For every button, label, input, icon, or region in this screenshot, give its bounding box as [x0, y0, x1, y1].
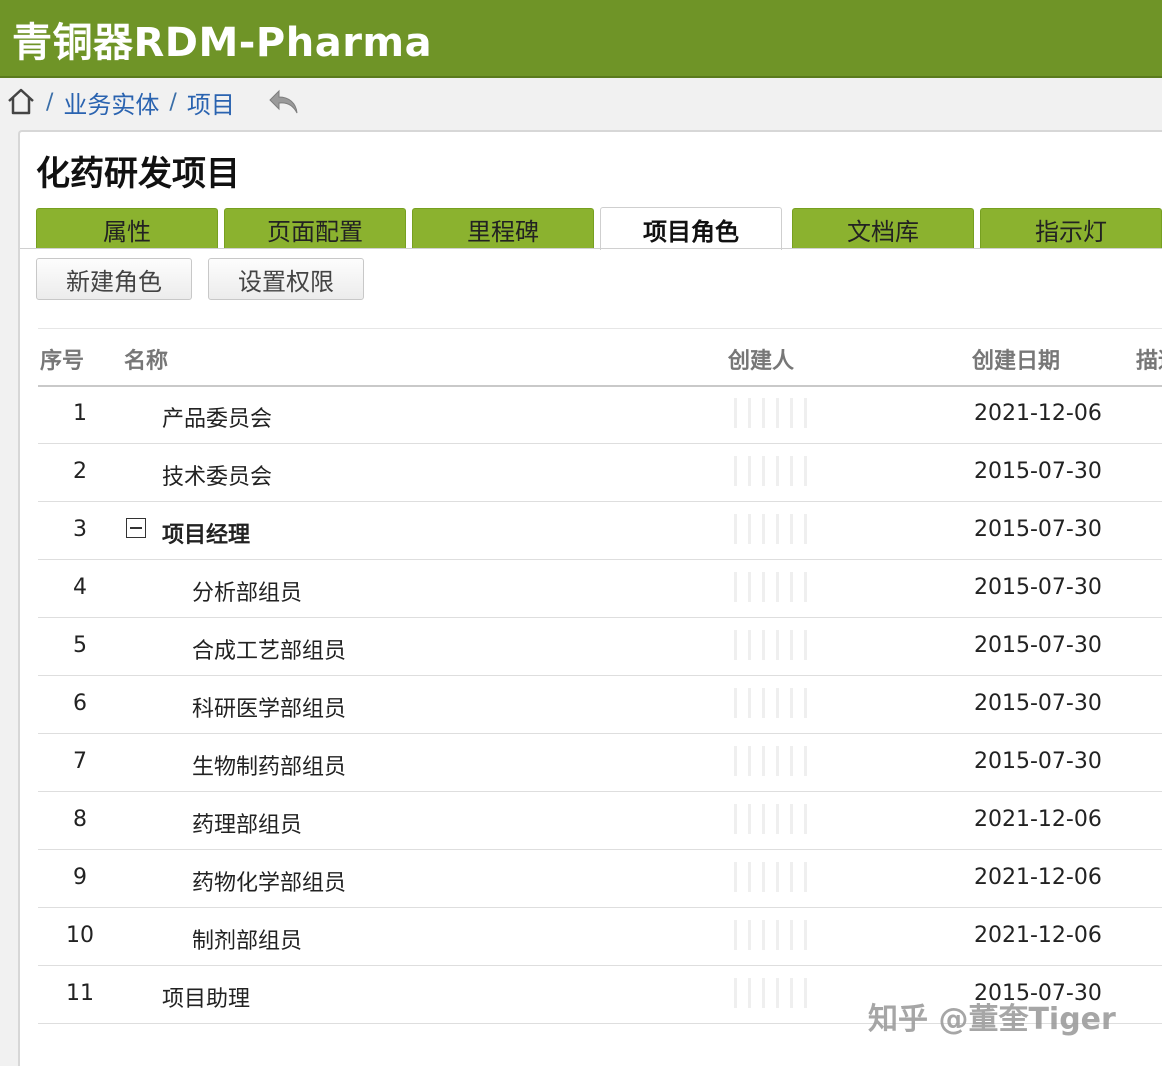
role-name[interactable]: 项目助理: [162, 981, 250, 1013]
role-name[interactable]: 药理部组员: [192, 807, 302, 839]
row-number: 9: [73, 865, 87, 890]
row-number: 3: [73, 517, 87, 542]
created-date: 2015-07-30: [974, 633, 1102, 658]
table-row[interactable]: 9 药物化学部组员 2021-12-06: [38, 850, 1162, 908]
creator-redacted: [728, 630, 808, 660]
breadcrumb-item-project[interactable]: 项目: [187, 85, 235, 120]
row-number: 7: [73, 749, 87, 774]
table-row[interactable]: 6 科研医学部组员 2015-07-30: [38, 676, 1162, 734]
creator-redacted: [728, 862, 808, 892]
table-row[interactable]: 7 生物制药部组员 2015-07-30: [38, 734, 1162, 792]
role-name[interactable]: 技术委员会: [162, 459, 272, 491]
role-table: 1 产品委员会 2021-12-06 2 技术委员会 2015-07-30 3 …: [38, 386, 1162, 1024]
row-number: 8: [73, 807, 87, 832]
role-name[interactable]: 药物化学部组员: [192, 865, 346, 897]
breadcrumb: / 业务实体 / 项目: [0, 82, 600, 122]
created-date: 2015-07-30: [974, 691, 1102, 716]
creator-redacted: [728, 514, 808, 544]
back-arrow-icon[interactable]: [267, 87, 301, 117]
row-number: 10: [66, 923, 94, 948]
role-name[interactable]: 分析部组员: [192, 575, 302, 607]
row-number: 11: [66, 981, 94, 1006]
content-panel: 化药研发项目 属性 页面配置 里程碑 项目角色 文档库 指示灯 新建角色 设置权…: [18, 130, 1162, 1066]
watermark: 知乎 @董奎Tiger: [868, 1002, 1116, 1037]
app-title: 青铜器RDM-Pharma: [12, 20, 433, 66]
column-header-date[interactable]: 创建日期: [972, 343, 1060, 375]
tab-divider: [20, 248, 1162, 249]
row-number: 4: [73, 575, 87, 600]
column-header-description[interactable]: 描述: [1136, 343, 1162, 375]
created-date: 2015-07-30: [974, 749, 1102, 774]
row-number: 2: [73, 459, 87, 484]
role-name[interactable]: 合成工艺部组员: [192, 633, 346, 665]
creator-redacted: [728, 746, 808, 776]
table-row[interactable]: 4 分析部组员 2015-07-30: [38, 560, 1162, 618]
tab-bar: 属性 页面配置 里程碑 项目角色 文档库 指示灯: [36, 207, 1162, 250]
page-title: 化药研发项目: [36, 154, 240, 194]
created-date: 2015-07-30: [974, 517, 1102, 542]
role-name[interactable]: 生物制药部组员: [192, 749, 346, 781]
created-date: 2021-12-06: [974, 923, 1102, 948]
row-number: 1: [73, 401, 87, 426]
app-header: 青铜器RDM-Pharma: [0, 0, 1162, 78]
creator-redacted: [728, 572, 808, 602]
role-name[interactable]: 项目经理: [162, 517, 250, 549]
row-number: 6: [73, 691, 87, 716]
role-name[interactable]: 制剂部组员: [192, 923, 302, 955]
set-permission-button[interactable]: 设置权限: [208, 258, 364, 300]
created-date: 2021-12-06: [974, 401, 1102, 426]
tab-project-roles[interactable]: 项目角色: [600, 207, 782, 250]
table-row[interactable]: 1 产品委员会 2021-12-06: [38, 386, 1162, 444]
table-row[interactable]: 2 技术委员会 2015-07-30: [38, 444, 1162, 502]
creator-redacted: [728, 456, 808, 486]
column-header-name[interactable]: 名称: [124, 343, 168, 375]
row-number: 5: [73, 633, 87, 658]
breadcrumb-separator: /: [169, 89, 177, 115]
collapse-icon[interactable]: [126, 518, 146, 538]
breadcrumb-separator: /: [46, 89, 54, 115]
creator-redacted: [728, 920, 808, 950]
column-header-creator[interactable]: 创建人: [728, 343, 794, 375]
table-row[interactable]: 3 项目经理 2015-07-30: [38, 502, 1162, 560]
column-header-no[interactable]: 序号: [40, 343, 84, 375]
tab-properties[interactable]: 属性: [36, 208, 218, 249]
created-date: 2021-12-06: [974, 865, 1102, 890]
creator-redacted: [728, 978, 808, 1008]
new-role-button[interactable]: 新建角色: [36, 258, 192, 300]
created-date: 2021-12-06: [974, 807, 1102, 832]
tab-indicators[interactable]: 指示灯: [980, 208, 1162, 249]
tab-document-library[interactable]: 文档库: [792, 208, 974, 249]
creator-redacted: [728, 804, 808, 834]
table-header: 序号 名称 创建人 创建日期 描述: [38, 328, 1162, 387]
breadcrumb-item-business-entity[interactable]: 业务实体: [63, 85, 159, 120]
role-name[interactable]: 产品委员会: [162, 401, 272, 433]
tab-page-config[interactable]: 页面配置: [224, 208, 406, 249]
created-date: 2015-07-30: [974, 575, 1102, 600]
tab-milestones[interactable]: 里程碑: [412, 208, 594, 249]
table-row[interactable]: 8 药理部组员 2021-12-06: [38, 792, 1162, 850]
table-row[interactable]: 10 制剂部组员 2021-12-06: [38, 908, 1162, 966]
table-row[interactable]: 5 合成工艺部组员 2015-07-30: [38, 618, 1162, 676]
creator-redacted: [728, 688, 808, 718]
role-name[interactable]: 科研医学部组员: [192, 691, 346, 723]
creator-redacted: [728, 398, 808, 428]
home-icon[interactable]: [6, 87, 36, 117]
created-date: 2015-07-30: [974, 459, 1102, 484]
